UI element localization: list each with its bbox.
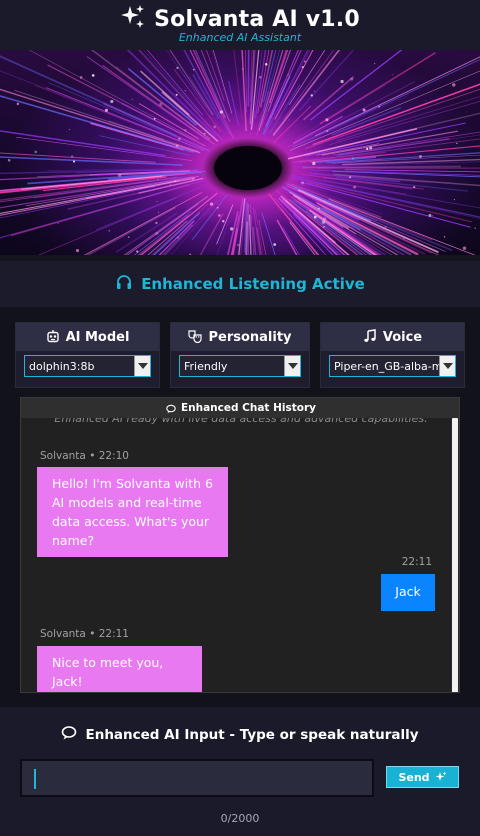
app-subtitle: Enhanced AI Assistant — [178, 31, 302, 44]
voice-value: Piper-en_GB-alba-m — [334, 359, 439, 373]
theater-masks-icon — [188, 328, 203, 347]
hero-banner-image — [0, 50, 480, 255]
text-caret — [34, 769, 36, 789]
voice-select[interactable]: Piper-en_GB-alba-m — [329, 355, 456, 377]
user-message-bubble: Jack — [381, 574, 435, 611]
input-area: Enhanced AI Input - Type or speak natura… — [0, 707, 480, 836]
personality-panel: Personality Friendly — [170, 322, 310, 388]
chevron-down-icon[interactable] — [134, 356, 150, 376]
send-label: Send — [398, 770, 430, 784]
sparkle-icon — [120, 4, 146, 34]
app-header: Solvanta AI v1.0 Enhanced AI Assistant — [0, 0, 480, 50]
chevron-down-icon[interactable] — [284, 356, 300, 376]
voice-label: Voice — [382, 329, 423, 345]
title-row: Solvanta AI v1.0 — [0, 4, 480, 34]
personality-header: Personality — [171, 323, 309, 351]
chat-scrollbar-thumb[interactable] — [452, 418, 458, 692]
ai-model-panel: AI Model dolphin3:8b — [15, 322, 160, 388]
message-meta: Solvanta • 22:11 — [40, 628, 129, 640]
message-meta: Solvanta • 22:10 — [40, 450, 129, 462]
main-content: AI Model dolphin3:8b Personality Friendl… — [0, 307, 480, 707]
ai-model-header: AI Model — [16, 323, 159, 351]
ai-model-select[interactable]: dolphin3:8b — [24, 355, 151, 377]
voice-panel: Voice Piper-en_GB-alba-m — [320, 322, 465, 388]
message-meta: 22:11 — [401, 556, 432, 568]
listening-status-bar: Enhanced Listening Active — [0, 261, 480, 307]
personality-label: Personality — [208, 329, 292, 345]
chat-history-header: Enhanced Chat History — [21, 398, 459, 418]
app-title: Solvanta AI v1.0 — [154, 6, 360, 32]
sparkle-icon — [435, 768, 447, 787]
message-input[interactable] — [20, 759, 374, 797]
send-button[interactable]: Send — [386, 766, 459, 788]
ai-message-bubble: Nice to meet you, Jack! — [37, 646, 202, 692]
ai-message-bubble: Hello! I'm Solvanta with 6 AI models and… — [37, 467, 228, 557]
ai-model-label: AI Model — [65, 329, 130, 345]
input-title-row: Enhanced AI Input - Type or speak natura… — [0, 725, 480, 745]
ai-model-value: dolphin3:8b — [29, 359, 95, 373]
music-note-icon — [363, 328, 377, 347]
chevron-down-icon[interactable] — [439, 356, 455, 376]
personality-select[interactable]: Friendly — [179, 355, 301, 377]
personality-value: Friendly — [184, 359, 228, 373]
speech-bubble-icon — [61, 725, 77, 745]
voice-header: Voice — [321, 323, 464, 351]
headphones-icon — [115, 273, 133, 295]
robot-icon — [46, 328, 60, 347]
character-counter: 0/2000 — [220, 812, 260, 825]
input-title: Enhanced AI Input - Type or speak natura… — [85, 727, 419, 743]
listening-status-text: Enhanced Listening Active — [141, 275, 365, 293]
speech-bubble-icon — [166, 399, 176, 418]
chat-history-panel[interactable]: Enhanced AI ready with live data access … — [20, 397, 460, 693]
chat-history-title: Enhanced Chat History — [180, 402, 317, 414]
